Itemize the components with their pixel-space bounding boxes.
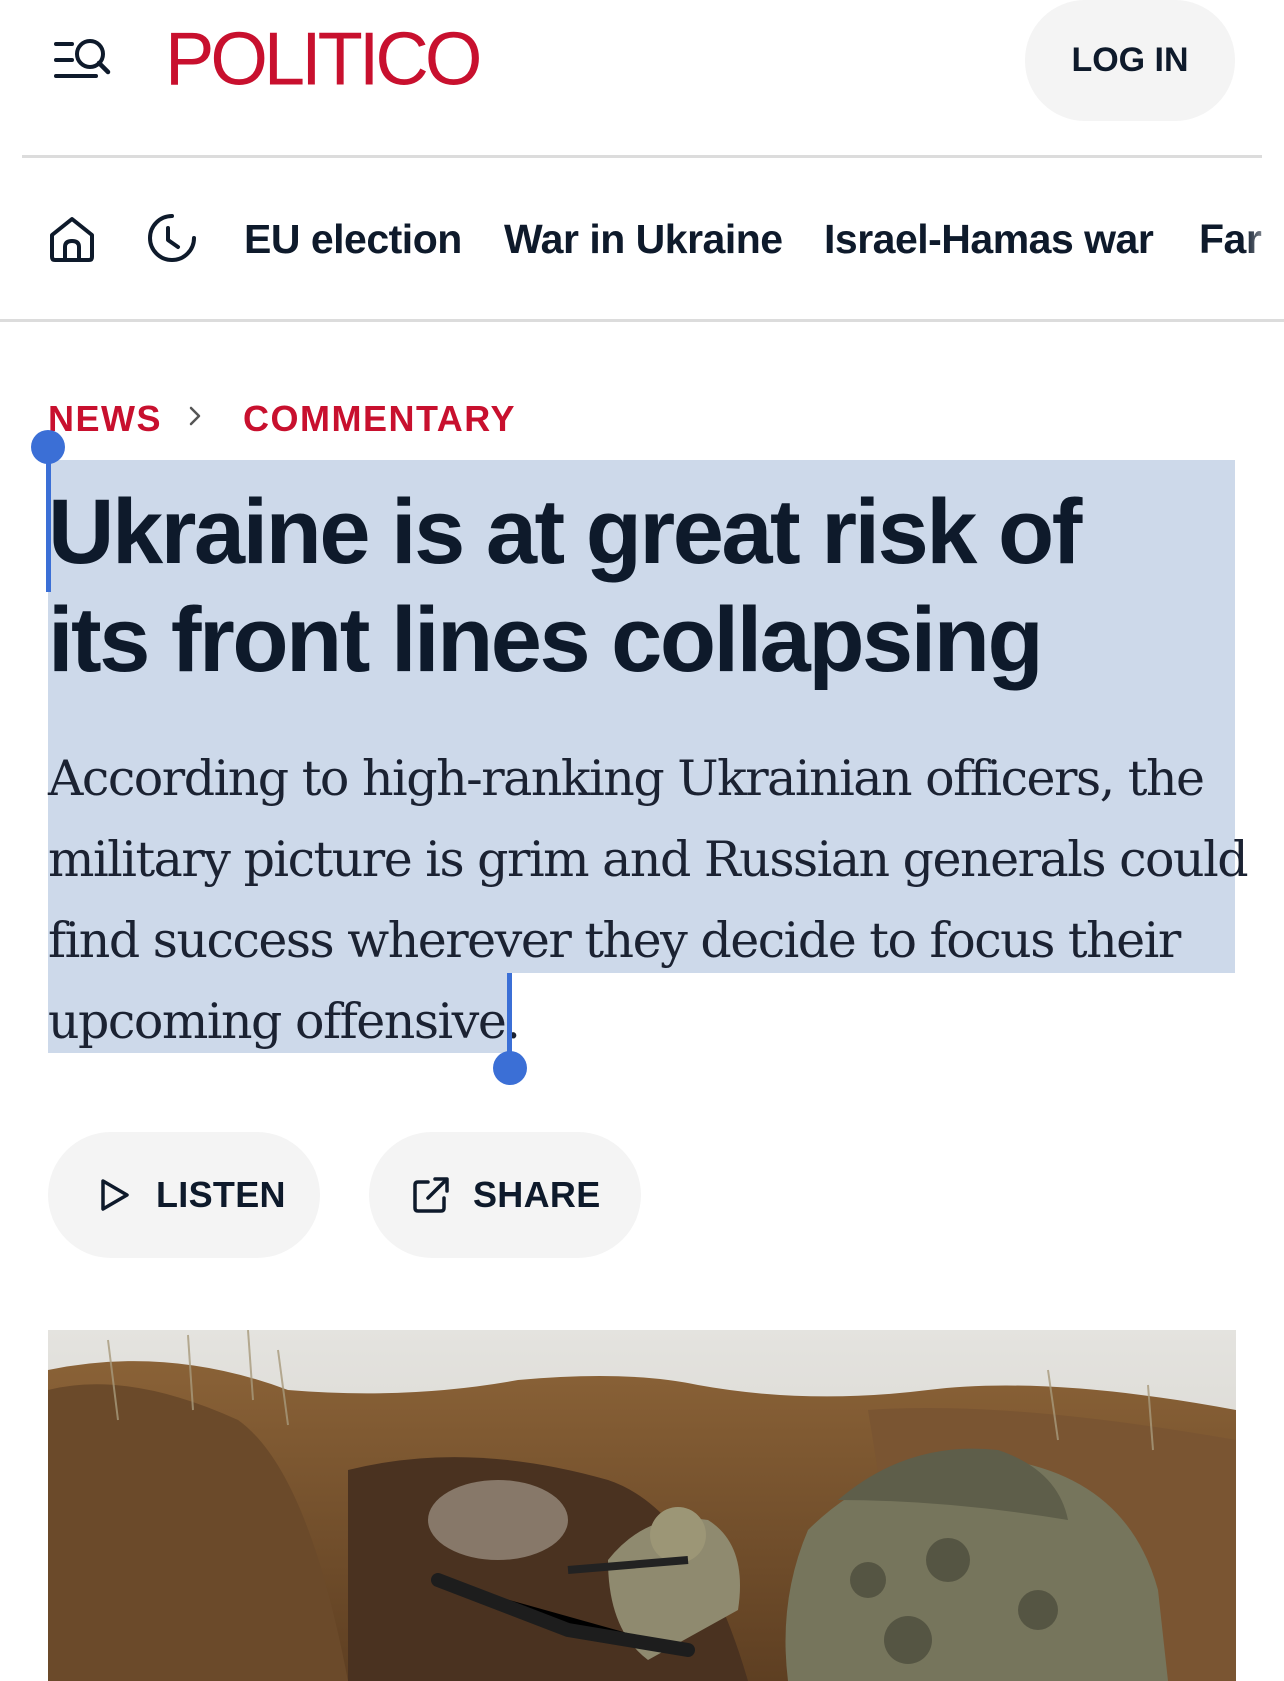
share-label: SHARE (473, 1174, 601, 1215)
listen-label: LISTEN (156, 1174, 286, 1215)
selection-start-caret (46, 452, 51, 592)
nav-home-button[interactable] (46, 212, 98, 264)
listen-button[interactable]: LISTEN (48, 1132, 320, 1258)
play-icon (101, 1179, 129, 1211)
site-header: POLITICO LOG IN (0, 0, 1284, 156)
nav-scroll-fade (1244, 188, 1284, 288)
home-icon (50, 217, 94, 262)
article-headline: Ukraine is at great risk of its front li… (48, 481, 1082, 691)
nav-item-israel-hamas-war[interactable]: Israel-Hamas war (824, 216, 1154, 263)
breadcrumb-commentary[interactable]: COMMENTARY (243, 398, 516, 440)
chevron-right-icon (189, 406, 201, 426)
selection-end-caret (507, 973, 512, 1054)
nav-item-war-in-ukraine[interactable]: War in Ukraine (504, 216, 783, 263)
topic-nav: EU election War in Ukraine Israel-Hamas … (0, 158, 1284, 320)
menu-search-button[interactable] (50, 30, 120, 90)
login-button[interactable]: LOG IN (1025, 0, 1235, 121)
politico-logo[interactable]: POLITICO (165, 13, 482, 105)
nav-item-eu-election[interactable]: EU election (244, 216, 462, 263)
nav-latest-button[interactable] (146, 212, 198, 264)
article-hero-image (48, 1330, 1236, 1681)
share-external-icon (413, 1177, 449, 1213)
menu-search-icon (54, 39, 111, 78)
article-dek: According to high-ranking Ukrainian offi… (48, 750, 1249, 1050)
breadcrumb-news[interactable]: NEWS (48, 398, 162, 440)
nav-divider (0, 319, 1284, 322)
share-button[interactable]: SHARE (369, 1132, 641, 1258)
clock-icon (148, 214, 196, 262)
selection-end-handle[interactable] (493, 1051, 527, 1085)
